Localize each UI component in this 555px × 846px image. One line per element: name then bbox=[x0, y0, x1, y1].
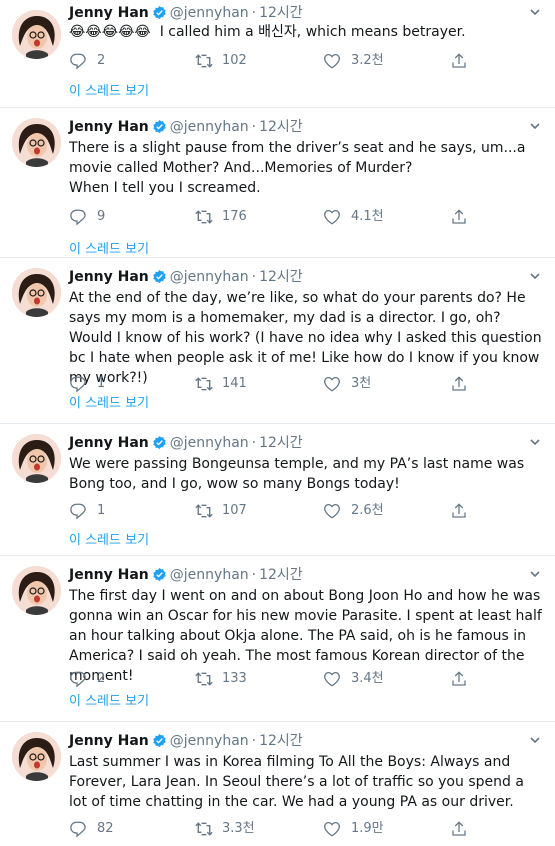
heart-icon bbox=[324, 503, 340, 519]
retweet-icon bbox=[195, 54, 213, 68]
timestamp[interactable]: 12시간 bbox=[259, 119, 303, 135]
verified-badge-icon bbox=[152, 269, 167, 290]
avatar[interactable] bbox=[12, 268, 61, 317]
author-handle[interactable]: @jennyhan bbox=[170, 119, 249, 135]
tweet[interactable]: Jenny Han @jennyhan · 12시간 There is a sligh… bbox=[0, 108, 555, 258]
heart-icon bbox=[324, 821, 340, 837]
share-icon bbox=[452, 53, 466, 68]
author-handle[interactable]: @jennyhan bbox=[170, 733, 249, 749]
like-count: 4.1천 bbox=[351, 209, 384, 224]
tweet-text: At the end of the day, we’re like, so wh… bbox=[69, 290, 547, 386]
show-thread-link[interactable]: 이 스레드 보기 bbox=[69, 693, 149, 711]
verified-badge-icon bbox=[152, 119, 167, 140]
verified-badge-icon bbox=[152, 567, 167, 588]
separator-dot: · bbox=[251, 269, 257, 285]
share-icon bbox=[452, 821, 466, 836]
avatar[interactable] bbox=[12, 732, 61, 781]
timestamp[interactable]: 12시간 bbox=[259, 733, 303, 749]
tweet-text: 😂😂😂😂😂 I called him a 배신자, which means be… bbox=[69, 24, 466, 40]
author-name[interactable]: Jenny Han bbox=[69, 269, 149, 285]
retweet-count: 133 bbox=[222, 671, 247, 686]
author-handle[interactable]: @jennyhan bbox=[170, 269, 249, 285]
separator-dot: · bbox=[251, 733, 257, 749]
reply-icon bbox=[70, 503, 86, 520]
chevron-down-icon[interactable] bbox=[525, 116, 545, 136]
retweet-icon bbox=[195, 210, 213, 224]
retweet-count: 3.3천 bbox=[222, 821, 255, 836]
avatar[interactable] bbox=[12, 434, 61, 483]
verified-badge-icon bbox=[152, 435, 167, 456]
chevron-down-icon[interactable] bbox=[525, 2, 545, 22]
timestamp[interactable]: 12시간 bbox=[259, 269, 303, 285]
reply-icon bbox=[70, 209, 86, 226]
share-icon bbox=[452, 209, 466, 224]
avatar[interactable] bbox=[12, 118, 61, 167]
show-thread-link[interactable]: 이 스레드 보기 bbox=[69, 83, 149, 101]
tweet[interactable]: Jenny Han @jennyhan · 12시간 😂😂😂😂😂 I called h… bbox=[0, 0, 555, 108]
separator-dot: · bbox=[251, 435, 257, 451]
tweet-text: Last summer I was in Korea filming To Al… bbox=[69, 754, 529, 810]
author-name[interactable]: Jenny Han bbox=[69, 119, 149, 135]
show-thread-link[interactable]: 이 스레드 보기 bbox=[69, 395, 149, 413]
verified-badge-icon bbox=[152, 733, 167, 754]
chevron-down-icon[interactable] bbox=[525, 564, 545, 584]
reply-count: 9 bbox=[97, 209, 106, 224]
retweet-icon bbox=[195, 504, 213, 518]
tweet-text: There is a slight pause from the driver’… bbox=[69, 140, 526, 196]
retweet-count: 107 bbox=[222, 503, 247, 518]
like-count: 3.4천 bbox=[351, 671, 384, 686]
author-name[interactable]: Jenny Han bbox=[69, 567, 149, 583]
author-handle[interactable]: @jennyhan bbox=[170, 435, 249, 451]
timestamp[interactable]: 12시간 bbox=[259, 435, 303, 451]
heart-icon bbox=[324, 376, 340, 392]
separator-dot: · bbox=[251, 119, 257, 135]
separator-dot: · bbox=[251, 567, 257, 583]
like-count: 3.2천 bbox=[351, 53, 384, 68]
avatar[interactable] bbox=[12, 566, 61, 615]
show-thread-link[interactable]: 이 스레드 보기 bbox=[69, 532, 149, 550]
reply-count: 2 bbox=[97, 671, 106, 686]
author-name[interactable]: Jenny Han bbox=[69, 733, 149, 749]
author-handle[interactable]: @jennyhan bbox=[170, 5, 249, 21]
chevron-down-icon[interactable] bbox=[525, 730, 545, 750]
author-handle[interactable]: @jennyhan bbox=[170, 567, 249, 583]
heart-icon bbox=[324, 53, 340, 69]
author-name[interactable]: Jenny Han bbox=[69, 435, 149, 451]
reply-count: 82 bbox=[97, 821, 114, 836]
tweet[interactable]: Jenny Han @jennyhan · 12시간 The first day I … bbox=[0, 556, 555, 722]
show-thread-link[interactable]: 이 스레드 보기 bbox=[69, 241, 149, 259]
retweet-count: 141 bbox=[222, 376, 247, 391]
reply-icon bbox=[70, 376, 86, 393]
author-name[interactable]: Jenny Han bbox=[69, 5, 149, 21]
avatar[interactable] bbox=[12, 10, 61, 59]
reply-count: 2 bbox=[97, 53, 106, 68]
share-icon bbox=[452, 503, 466, 518]
share-icon bbox=[452, 376, 466, 391]
like-count: 2.6천 bbox=[351, 503, 384, 518]
like-count: 1.9만 bbox=[351, 821, 384, 836]
retweet-count: 102 bbox=[222, 53, 247, 68]
reply-icon bbox=[70, 53, 86, 70]
chevron-down-icon[interactable] bbox=[525, 266, 545, 286]
retweet-icon bbox=[195, 822, 213, 836]
like-count: 3천 bbox=[351, 376, 372, 391]
heart-icon bbox=[324, 671, 340, 687]
reply-count: 1 bbox=[97, 503, 106, 518]
timestamp[interactable]: 12시간 bbox=[259, 567, 303, 583]
separator-dot: · bbox=[251, 5, 257, 21]
share-icon bbox=[452, 671, 466, 686]
tweet[interactable]: Jenny Han @jennyhan · 12시간 We were passing … bbox=[0, 424, 555, 556]
tweet-text: We were passing Bongeunsa temple, and my… bbox=[69, 456, 529, 492]
retweet-icon bbox=[195, 672, 213, 686]
retweet-icon bbox=[195, 377, 213, 391]
tweet[interactable]: Jenny Han @jennyhan · 12시간 Last summer I wa… bbox=[0, 722, 555, 846]
reply-count: 1 bbox=[97, 376, 106, 391]
reply-icon bbox=[70, 821, 86, 838]
timestamp[interactable]: 12시간 bbox=[259, 5, 303, 21]
heart-icon bbox=[324, 209, 340, 225]
tweet[interactable]: Jenny Han @jennyhan · 12시간 At the end of th… bbox=[0, 258, 555, 424]
retweet-count: 176 bbox=[222, 209, 247, 224]
chevron-down-icon[interactable] bbox=[525, 432, 545, 452]
reply-icon bbox=[70, 671, 86, 688]
